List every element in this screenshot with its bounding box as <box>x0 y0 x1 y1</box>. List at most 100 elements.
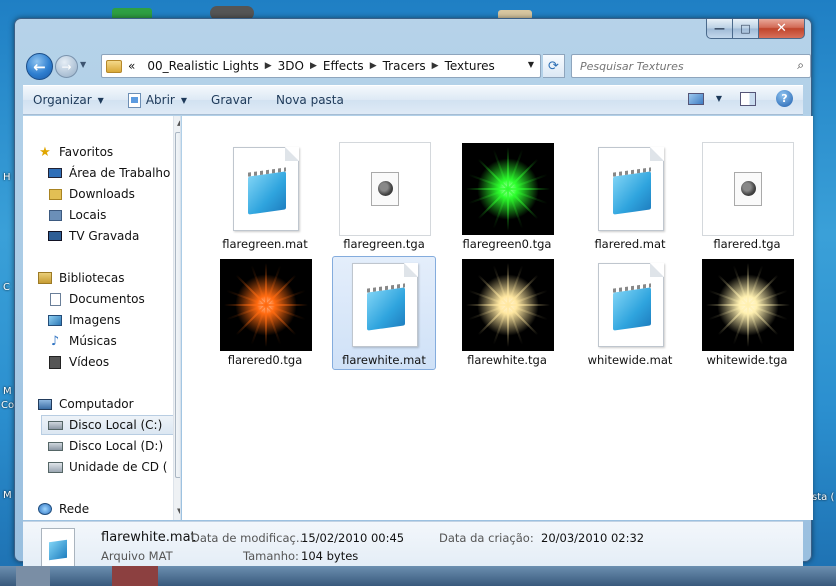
recent-pages-dropdown[interactable]: ▼ <box>80 60 90 72</box>
folder-icon <box>106 59 122 73</box>
sidebar-item-label: Área de Trabalho <box>69 166 171 180</box>
file-name-label: flarewhite.tga <box>467 353 547 367</box>
file-item[interactable]: flaregreen.mat <box>213 140 317 254</box>
sidebar-item-videos[interactable]: Vídeos <box>47 352 180 372</box>
star-icon: ★ <box>39 144 51 160</box>
sidebar-header-favorites[interactable]: ★ Favoritos <box>37 142 180 162</box>
scroll-down-icon[interactable]: ▼ <box>177 507 180 515</box>
search-input[interactable] <box>580 59 780 73</box>
file-item[interactable]: flarewhite.tga <box>455 256 559 370</box>
chevron-down-icon: ▼ <box>97 95 104 105</box>
file-thumbnail <box>585 259 677 351</box>
desktop-edge-text: Co <box>1 400 15 411</box>
file-name-label: flaregreen0.tga <box>462 237 552 251</box>
places-icon <box>47 208 63 222</box>
breadcrumb-item[interactable]: 3DO <box>278 59 304 73</box>
address-dropdown-icon[interactable]: ▼ <box>528 60 534 69</box>
file-item[interactable]: flarered.tga <box>695 140 799 254</box>
sidebar-item-recorded-tv[interactable]: TV Gravada <box>47 226 180 246</box>
sidebar-item-drive-d[interactable]: Disco Local (D:) <box>47 436 180 456</box>
search-icon[interactable]: ⌕ <box>797 58 804 73</box>
file-thumbnail <box>462 259 554 351</box>
desktop-edge-text: M <box>3 386 12 397</box>
taskbar-app-icon[interactable] <box>112 566 158 586</box>
scrollbar-thumb[interactable] <box>175 132 180 478</box>
organize-menu[interactable]: Organizar ▼ <box>33 93 104 107</box>
file-item[interactable]: whitewide.mat <box>578 256 682 370</box>
breadcrumb-separator-icon[interactable]: ▶ <box>310 61 317 71</box>
cd-drive-icon <box>47 460 63 474</box>
file-list: flaregreen.mat flaregreen.tga flaregreen0.… <box>182 116 813 520</box>
address-bar[interactable]: « 00_Realistic Lights ▶ 3DO ▶ Effects ▶ … <box>101 54 541 78</box>
breadcrumb-separator-icon[interactable]: ▶ <box>432 61 439 71</box>
breadcrumb-separator-icon[interactable]: ▶ <box>265 61 272 71</box>
file-item[interactable]: flarered.mat <box>578 140 682 254</box>
sidebar-item-images[interactable]: Imagens <box>47 310 180 330</box>
notepad-document-icon <box>352 263 418 347</box>
back-arrow-icon: ← <box>33 57 46 76</box>
taskbar-app-icon[interactable] <box>16 566 50 586</box>
breadcrumb-separator-icon[interactable]: ▶ <box>370 61 377 71</box>
details-modified-label: Data de modificaç... <box>191 531 307 545</box>
notepad-document-icon <box>233 147 299 231</box>
notepad-document-icon <box>598 263 664 347</box>
flare-image-thumbnail <box>220 259 312 351</box>
open-menu[interactable]: Abrir ▼ <box>127 92 187 108</box>
file-item[interactable]: flarewhite.mat <box>332 256 436 370</box>
burn-button[interactable]: Gravar <box>211 93 252 107</box>
minimize-button[interactable]: — <box>706 19 733 39</box>
sidebar-item-label: Disco Local (D:) <box>69 439 164 453</box>
desktop-edge-text: C <box>3 282 10 293</box>
details-created-value: 20/03/2010 02:32 <box>541 531 645 545</box>
sidebar-item-label: Documentos <box>69 292 145 306</box>
breadcrumb-overflow[interactable]: « <box>128 59 135 73</box>
file-item[interactable]: flaregreen0.tga <box>455 140 559 254</box>
file-thumbnail <box>339 142 431 236</box>
sidebar-item-label: Músicas <box>69 334 117 348</box>
forward-button[interactable]: → <box>55 55 78 78</box>
maximize-button[interactable]: □ <box>733 19 759 39</box>
documents-icon <box>47 292 63 306</box>
sidebar-item-drive-c[interactable]: Disco Local (C:) <box>41 415 180 435</box>
sidebar-item-music[interactable]: ♪ Músicas <box>47 331 180 351</box>
caption-buttons: — □ ✕ <box>706 19 805 39</box>
help-icon[interactable]: ? <box>776 90 793 107</box>
file-item[interactable]: flaregreen.tga <box>332 140 436 254</box>
navigation-bar: ← → ▼ « 00_Realistic Lights ▶ 3DO ▶ Effe… <box>23 51 811 81</box>
drive-icon <box>47 439 63 453</box>
command-bar: Organizar ▼ Abrir ▼ Gravar Nova pasta ▼ … <box>23 85 803 115</box>
search-box[interactable]: ⌕ <box>571 54 811 78</box>
sidebar-header-network[interactable]: Rede <box>37 499 180 519</box>
scroll-up-icon[interactable]: ▲ <box>177 119 180 127</box>
sidebar-item-cd-drive[interactable]: Unidade de CD ( <box>47 457 180 477</box>
new-folder-label: Nova pasta <box>276 93 344 107</box>
sidebar-item-desktop[interactable]: Área de Trabalho <box>47 163 180 183</box>
sidebar-header-libraries[interactable]: Bibliotecas <box>37 268 180 288</box>
sidebar-header-computer[interactable]: Computador <box>37 394 180 414</box>
file-thumbnail <box>220 259 312 351</box>
close-button[interactable]: ✕ <box>759 19 805 39</box>
breadcrumb-item[interactable]: Textures <box>445 59 495 73</box>
sidebar-item-places[interactable]: Locais <box>47 205 180 225</box>
refresh-button[interactable]: ⟳ <box>543 54 565 78</box>
chevron-down-icon[interactable]: ▼ <box>716 94 722 103</box>
burn-label: Gravar <box>211 93 252 107</box>
breadcrumb-item[interactable]: Tracers <box>383 59 426 73</box>
back-button[interactable]: ← <box>26 53 53 80</box>
breadcrumb-item[interactable]: 00_Realistic Lights <box>147 59 258 73</box>
new-folder-button[interactable]: Nova pasta <box>276 93 344 107</box>
file-thumbnail <box>339 259 431 351</box>
preview-pane-icon[interactable] <box>740 91 756 106</box>
view-controls: ▼ ? <box>687 90 793 107</box>
file-name-label: flarered.mat <box>594 237 666 251</box>
videos-icon <box>47 355 63 369</box>
breadcrumb-item[interactable]: Effects <box>323 59 364 73</box>
file-item[interactable]: whitewide.tga <box>695 256 799 370</box>
file-item[interactable]: flarered0.tga <box>213 256 317 370</box>
nav-pane-scrollbar[interactable]: ▲ ▼ <box>173 116 180 520</box>
change-view-icon[interactable] <box>687 92 704 105</box>
gimp-document-icon <box>702 142 794 236</box>
sidebar-item-documents[interactable]: Documentos <box>47 289 180 309</box>
sidebar-item-downloads[interactable]: Downloads <box>47 184 180 204</box>
details-file-type: Arquivo MAT <box>101 549 173 563</box>
